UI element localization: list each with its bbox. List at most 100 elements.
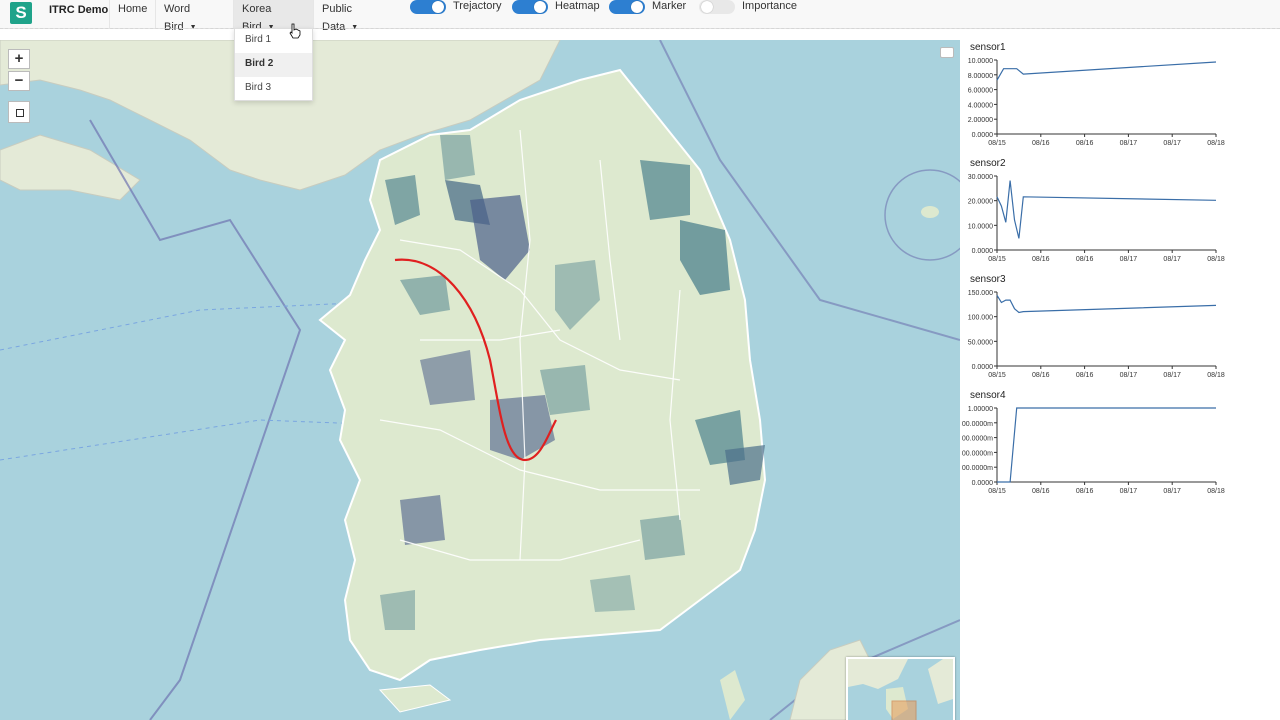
- y-tick-label: 4.00000: [968, 102, 993, 109]
- y-tick-label: 6.00000: [968, 88, 993, 95]
- y-tick-label: 00.0000m: [962, 465, 993, 472]
- y-tick-label: 2.00000: [968, 117, 993, 124]
- x-tick-label: 08/17: [1120, 488, 1138, 495]
- sensor4-chart[interactable]: 0.0000 00.0000m 00.0000m 00.0000m 00.0000m 1.…: [960, 402, 1280, 502]
- marker-toggle-label: Marker: [652, 0, 687, 12]
- toggle-knob: [432, 1, 444, 13]
- nav-word-bird[interactable]: Word Bird ▼: [155, 0, 233, 33]
- y-tick-label: 00.0000m: [962, 421, 993, 428]
- minimap-japan: [928, 659, 953, 704]
- importance-toggle-label: Importance: [742, 0, 798, 12]
- chart-title: sensor2: [970, 158, 1006, 169]
- sensor-chart-3: sensor3 0.0000 50.0000 100.000 150.000 08/15…: [960, 274, 1280, 390]
- sensor-chart-2: sensor2 0.0000 10.0000 20.0000 30.0000 08/15…: [960, 158, 1280, 274]
- x-tick-label: 08/15: [988, 140, 1006, 147]
- y-tick-label: 00.0000m: [962, 450, 993, 457]
- x-tick-label: 08/18: [1207, 372, 1225, 379]
- heatmap-toggle[interactable]: [512, 0, 548, 14]
- series-line[interactable]: [996, 294, 1217, 314]
- dropdown-item-bird-2[interactable]: Bird 2: [235, 53, 312, 77]
- x-tick-label: 08/15: [988, 488, 1006, 495]
- x-tick-label: 08/16: [1032, 488, 1050, 495]
- y-tick-label: 0.0000: [972, 364, 994, 371]
- layers-button[interactable]: [940, 47, 954, 58]
- y-tick-label: 0.0000: [972, 248, 994, 255]
- x-tick-label: 08/16: [1076, 140, 1094, 147]
- small-island: [720, 670, 745, 720]
- heat-region[interactable]: [590, 575, 635, 612]
- y-tick-label: 0.0000: [972, 132, 994, 139]
- minimap-canvas: [848, 659, 953, 720]
- dropdown-item-bird-3[interactable]: Bird 3: [235, 77, 312, 101]
- y-tick-label: 8.00000: [968, 73, 993, 80]
- importance-toggle[interactable]: [699, 0, 735, 14]
- jeju-island: [378, 684, 452, 713]
- x-tick-label: 08/16: [1076, 488, 1094, 495]
- y-tick-label: 50.0000: [968, 339, 993, 346]
- x-tick-label: 08/17: [1163, 488, 1181, 495]
- y-tick-label: 150.000: [968, 290, 993, 297]
- y-tick-label: 20.0000: [968, 199, 993, 206]
- x-tick-label: 08/16: [1032, 372, 1050, 379]
- app-brand[interactable]: ITRC Demo: [49, 4, 108, 16]
- series-line[interactable]: [996, 180, 1217, 239]
- x-tick-label: 08/18: [1207, 488, 1225, 495]
- x-tick-label: 08/18: [1207, 140, 1225, 147]
- y-tick-label: 0.0000: [972, 480, 994, 487]
- app-logo[interactable]: S: [10, 2, 32, 24]
- map-canvas[interactable]: [0, 40, 960, 720]
- x-tick-label: 08/17: [1163, 140, 1181, 147]
- sensor-chart-4: sensor4 0.0000 00.0000m 00.0000m 00.0000m 00…: [960, 390, 1280, 506]
- x-tick-label: 08/17: [1120, 372, 1138, 379]
- x-tick-label: 08/17: [1120, 140, 1138, 147]
- nav-home-label: Home: [118, 3, 148, 15]
- nav-public-data[interactable]: Public Data ▼: [313, 0, 393, 33]
- series-line[interactable]: [996, 61, 1217, 81]
- y-tick-label: 100.000: [968, 315, 993, 322]
- x-tick-label: 08/16: [1076, 256, 1094, 263]
- y-tick-label: 1.00000: [968, 406, 993, 413]
- toggle-knob: [631, 1, 643, 13]
- trajectory-toggle[interactable]: [410, 0, 446, 14]
- sensor-chart-1: sensor1 0.0000 2.00000 4.00000 6.00000 8.000…: [960, 42, 1280, 158]
- chart-title: sensor4: [970, 390, 1006, 401]
- fullscreen-button[interactable]: [8, 101, 30, 123]
- series-line[interactable]: [997, 407, 1216, 483]
- x-tick-label: 08/15: [988, 372, 1006, 379]
- square-icon: [16, 109, 24, 117]
- minimap[interactable]: [846, 657, 955, 720]
- trajectory-toggle-label: Trejactory: [453, 0, 502, 12]
- heatmap-toggle-label: Heatmap: [555, 0, 600, 12]
- x-tick-label: 08/17: [1163, 372, 1181, 379]
- marker-toggle[interactable]: [609, 0, 645, 14]
- zoom-in-button[interactable]: +: [8, 49, 30, 69]
- zoom-out-button[interactable]: −: [8, 71, 30, 91]
- minimap-viewport[interactable]: [891, 700, 917, 720]
- map-view[interactable]: + −: [0, 40, 960, 720]
- x-tick-label: 08/17: [1163, 256, 1181, 263]
- nav-home[interactable]: Home: [109, 0, 155, 28]
- maritime-boundary: [89, 119, 302, 720]
- chart-title: sensor1: [970, 42, 1006, 53]
- minimap-land: [848, 659, 908, 689]
- x-tick-label: 08/16: [1032, 140, 1050, 147]
- sensor1-chart[interactable]: 0.0000 2.00000 4.00000 6.00000 8.00000 10.000…: [960, 54, 1280, 154]
- heat-region[interactable]: [400, 495, 445, 545]
- chart-title: sensor3: [970, 274, 1006, 285]
- header-divider: [0, 28, 1280, 29]
- y-tick-label: 10.0000: [968, 223, 993, 230]
- top-navbar: S ITRC Demo Home Word Bird▼ Korea Bird▼ …: [0, 0, 1280, 33]
- sensor2-chart[interactable]: 0.0000 10.0000 20.0000 30.0000 08/15 08/16 08/…: [960, 170, 1280, 270]
- heat-region[interactable]: [380, 590, 415, 630]
- heat-region[interactable]: [440, 135, 475, 180]
- toggle-knob: [701, 1, 713, 13]
- heat-region[interactable]: [640, 515, 685, 560]
- toggle-knob: [534, 1, 546, 13]
- x-tick-label: 08/16: [1076, 372, 1094, 379]
- x-tick-label: 08/18: [1207, 256, 1225, 263]
- island: [921, 206, 939, 218]
- y-tick-label: 00.0000m: [962, 436, 993, 443]
- x-tick-label: 08/17: [1120, 256, 1138, 263]
- sensor3-chart[interactable]: 0.0000 50.0000 100.000 150.000 08/15 08/16 08/…: [960, 286, 1280, 386]
- heat-region[interactable]: [725, 445, 765, 485]
